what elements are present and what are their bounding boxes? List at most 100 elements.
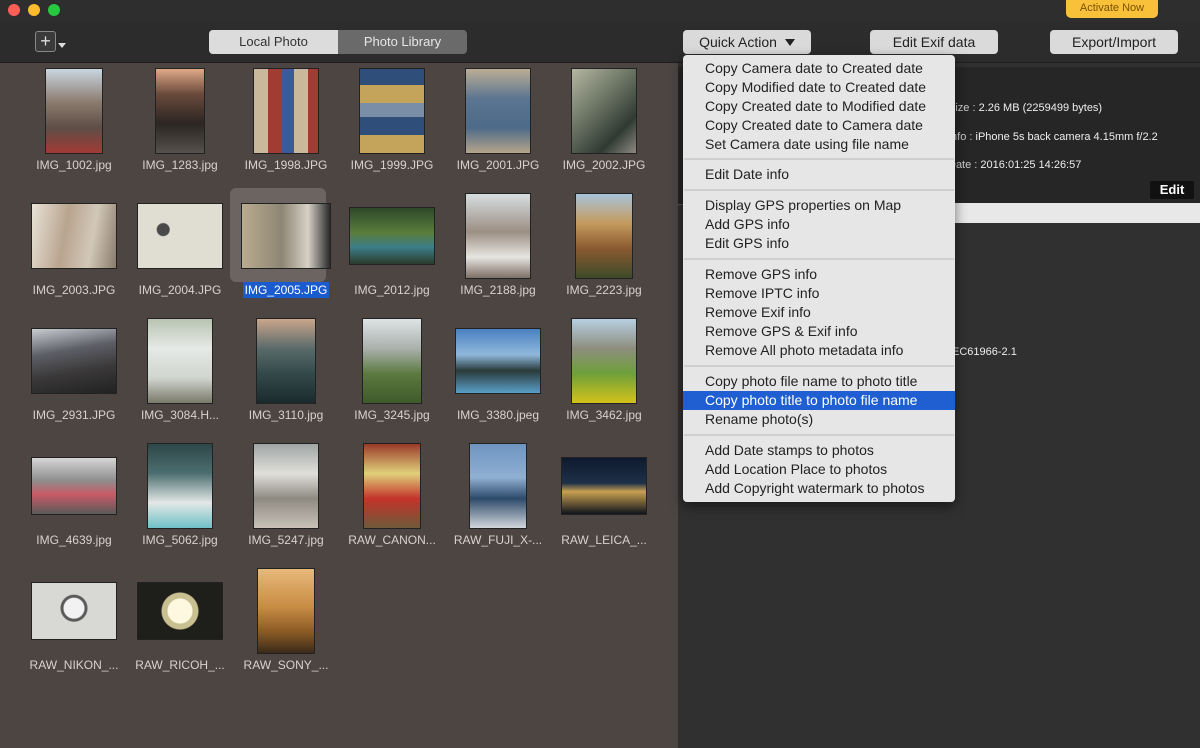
photo-cell[interactable]: IMG_2931.JPG — [22, 315, 126, 439]
photo-filename: IMG_2931.JPG — [32, 408, 116, 422]
photo-thumbnail[interactable] — [455, 328, 541, 394]
photo-thumbnail[interactable] — [253, 443, 319, 529]
menu-item-remove-gps[interactable]: Remove GPS info — [683, 265, 955, 284]
photo-thumbnail[interactable] — [137, 203, 223, 269]
photo-thumbnail[interactable] — [241, 203, 331, 269]
menu-item-copy-camera-to-created[interactable]: Copy Camera date to Created date — [683, 59, 955, 78]
photo-thumbnail[interactable] — [155, 68, 205, 154]
photo-cell[interactable]: IMG_1283.jpg — [128, 65, 232, 189]
photo-filename: IMG_3245.jpg — [354, 408, 430, 422]
photo-cell[interactable]: RAW_FUJI_X-... — [446, 440, 550, 564]
photo-filename: IMG_2223.jpg — [566, 283, 642, 297]
photo-thumbnail[interactable] — [571, 318, 637, 404]
photo-thumbnail[interactable] — [137, 582, 223, 640]
photo-cell[interactable]: IMG_4639.jpg — [22, 440, 126, 564]
menu-item-copy-created-to-modified[interactable]: Copy Created date to Modified date — [683, 97, 955, 116]
edit-exif-button[interactable]: Edit Exif data — [870, 30, 998, 54]
menu-item-add-gps-info[interactable]: Add GPS info — [683, 215, 955, 234]
photo-cell[interactable]: RAW_NIKON_... — [22, 565, 126, 689]
photo-thumbnail[interactable] — [147, 318, 213, 404]
photo-cell[interactable]: IMG_2001.JPG — [446, 65, 550, 189]
photo-thumbnail[interactable] — [349, 207, 435, 265]
photo-thumbnail[interactable] — [363, 443, 421, 529]
photo-filename: IMG_2188.jpg — [460, 283, 536, 297]
photo-cell[interactable]: RAW_LEICA_... — [552, 440, 656, 564]
photo-cell[interactable]: IMG_2188.jpg — [446, 190, 550, 314]
photo-thumbnail[interactable] — [575, 193, 633, 279]
photo-cell[interactable]: IMG_5062.jpg — [128, 440, 232, 564]
photo-thumbnail[interactable] — [362, 318, 422, 404]
photo-thumbnail[interactable] — [45, 68, 103, 154]
photo-cell[interactable]: IMG_2004.JPG — [128, 190, 232, 314]
tab-photo-library[interactable]: Photo Library — [338, 30, 467, 54]
menu-item-display-gps-map[interactable]: Display GPS properties on Map — [683, 196, 955, 215]
photo-cell[interactable]: IMG_1998.JPG — [234, 65, 338, 189]
photo-cell[interactable]: IMG_1002.jpg — [22, 65, 126, 189]
minimize-window-button[interactable] — [28, 4, 40, 16]
menu-item-copy-modified-to-created[interactable]: Copy Modified date to Created date — [683, 78, 955, 97]
photo-cell[interactable]: IMG_2005.JPG — [230, 188, 338, 314]
photo-thumbnail[interactable] — [571, 68, 637, 154]
photo-cell[interactable]: IMG_3245.jpg — [340, 315, 444, 439]
photo-filename: IMG_1002.jpg — [36, 158, 112, 172]
add-dropdown-caret-icon[interactable] — [58, 43, 66, 48]
menu-item-copy-title-to-filename[interactable]: Copy photo title to photo file name — [683, 391, 955, 410]
menu-item-add-location-place[interactable]: Add Location Place to photos — [683, 460, 955, 479]
photo-filename: IMG_1999.JPG — [350, 158, 434, 172]
add-photos-button[interactable]: + — [35, 31, 56, 52]
menu-item-copy-created-to-camera[interactable]: Copy Created date to Camera date — [683, 116, 955, 135]
menu-item-edit-date-info[interactable]: Edit Date info — [683, 165, 955, 184]
photo-cell[interactable]: RAW_CANON... — [340, 440, 444, 564]
photo-cell[interactable]: IMG_3380.jpeg — [446, 315, 550, 439]
close-window-button[interactable] — [8, 4, 20, 16]
photo-cell[interactable]: IMG_2003.JPG — [22, 190, 126, 314]
edit-info-button[interactable]: Edit — [1150, 181, 1194, 199]
photo-thumbnail[interactable] — [253, 68, 319, 154]
photo-thumbnail[interactable] — [465, 68, 531, 154]
menu-separator — [684, 365, 954, 367]
photo-cell[interactable]: IMG_3462.jpg — [552, 315, 656, 439]
photo-cell[interactable]: IMG_2012.jpg — [340, 190, 444, 314]
photo-thumbnail[interactable] — [256, 318, 316, 404]
photo-filename: IMG_4639.jpg — [36, 533, 112, 547]
photo-cell[interactable]: RAW_SONY_... — [234, 565, 338, 689]
photo-thumbnail[interactable] — [147, 443, 213, 529]
photo-cell[interactable]: IMG_3110.jpg — [234, 315, 338, 439]
dropdown-triangle-icon — [784, 39, 795, 46]
menu-item-remove-exif[interactable]: Remove Exif info — [683, 303, 955, 322]
menu-item-copy-filename-to-title[interactable]: Copy photo file name to photo title — [683, 372, 955, 391]
photo-thumbnail[interactable] — [31, 582, 117, 640]
menu-item-remove-gps-exif[interactable]: Remove GPS & Exif info — [683, 322, 955, 341]
photo-thumbnail[interactable] — [359, 68, 425, 154]
photo-thumbnail[interactable] — [469, 443, 527, 529]
photo-cell[interactable]: IMG_5247.jpg — [234, 440, 338, 564]
menu-item-set-camera-date[interactable]: Set Camera date using file name — [683, 135, 955, 154]
info-camera-value: iPhone 5s back camera 4.15mm f/2.2 — [975, 131, 1158, 143]
photo-thumbnail[interactable] — [465, 193, 531, 279]
photo-cell[interactable]: IMG_3084.H... — [128, 315, 232, 439]
photo-thumbnail[interactable] — [257, 568, 315, 654]
title-bar: Activate Now — [0, 0, 1200, 22]
menu-item-remove-iptc[interactable]: Remove IPTC info — [683, 284, 955, 303]
menu-item-edit-gps-info[interactable]: Edit GPS info — [683, 234, 955, 253]
photo-thumbnail[interactable] — [31, 457, 117, 515]
photo-filename: RAW_RICOH_... — [135, 658, 225, 672]
photo-thumbnail[interactable] — [561, 457, 647, 515]
menu-item-add-copyright-watermark[interactable]: Add Copyright watermark to photos — [683, 479, 955, 498]
tab-local-photo[interactable]: Local Photo — [209, 30, 338, 54]
photo-thumbnail[interactable] — [31, 203, 117, 269]
export-import-button[interactable]: Export/Import — [1050, 30, 1178, 54]
activate-now-button[interactable]: Activate Now — [1066, 0, 1158, 18]
menu-item-add-date-stamps[interactable]: Add Date stamps to photos — [683, 441, 955, 460]
photo-cell[interactable]: IMG_1999.JPG — [340, 65, 444, 189]
photo-filename: IMG_3084.H... — [140, 408, 220, 422]
menu-item-rename-photos[interactable]: Rename photo(s) — [683, 410, 955, 429]
photo-cell[interactable]: IMG_2223.jpg — [552, 190, 656, 314]
quick-action-button[interactable]: Quick Action — [683, 30, 811, 54]
photo-filename: IMG_2004.JPG — [138, 283, 222, 297]
zoom-window-button[interactable] — [48, 4, 60, 16]
photo-cell[interactable]: IMG_2002.JPG — [552, 65, 656, 189]
photo-cell[interactable]: RAW_RICOH_... — [128, 565, 232, 689]
photo-thumbnail[interactable] — [31, 328, 117, 394]
menu-item-remove-all-metadata[interactable]: Remove All photo metadata info — [683, 341, 955, 360]
